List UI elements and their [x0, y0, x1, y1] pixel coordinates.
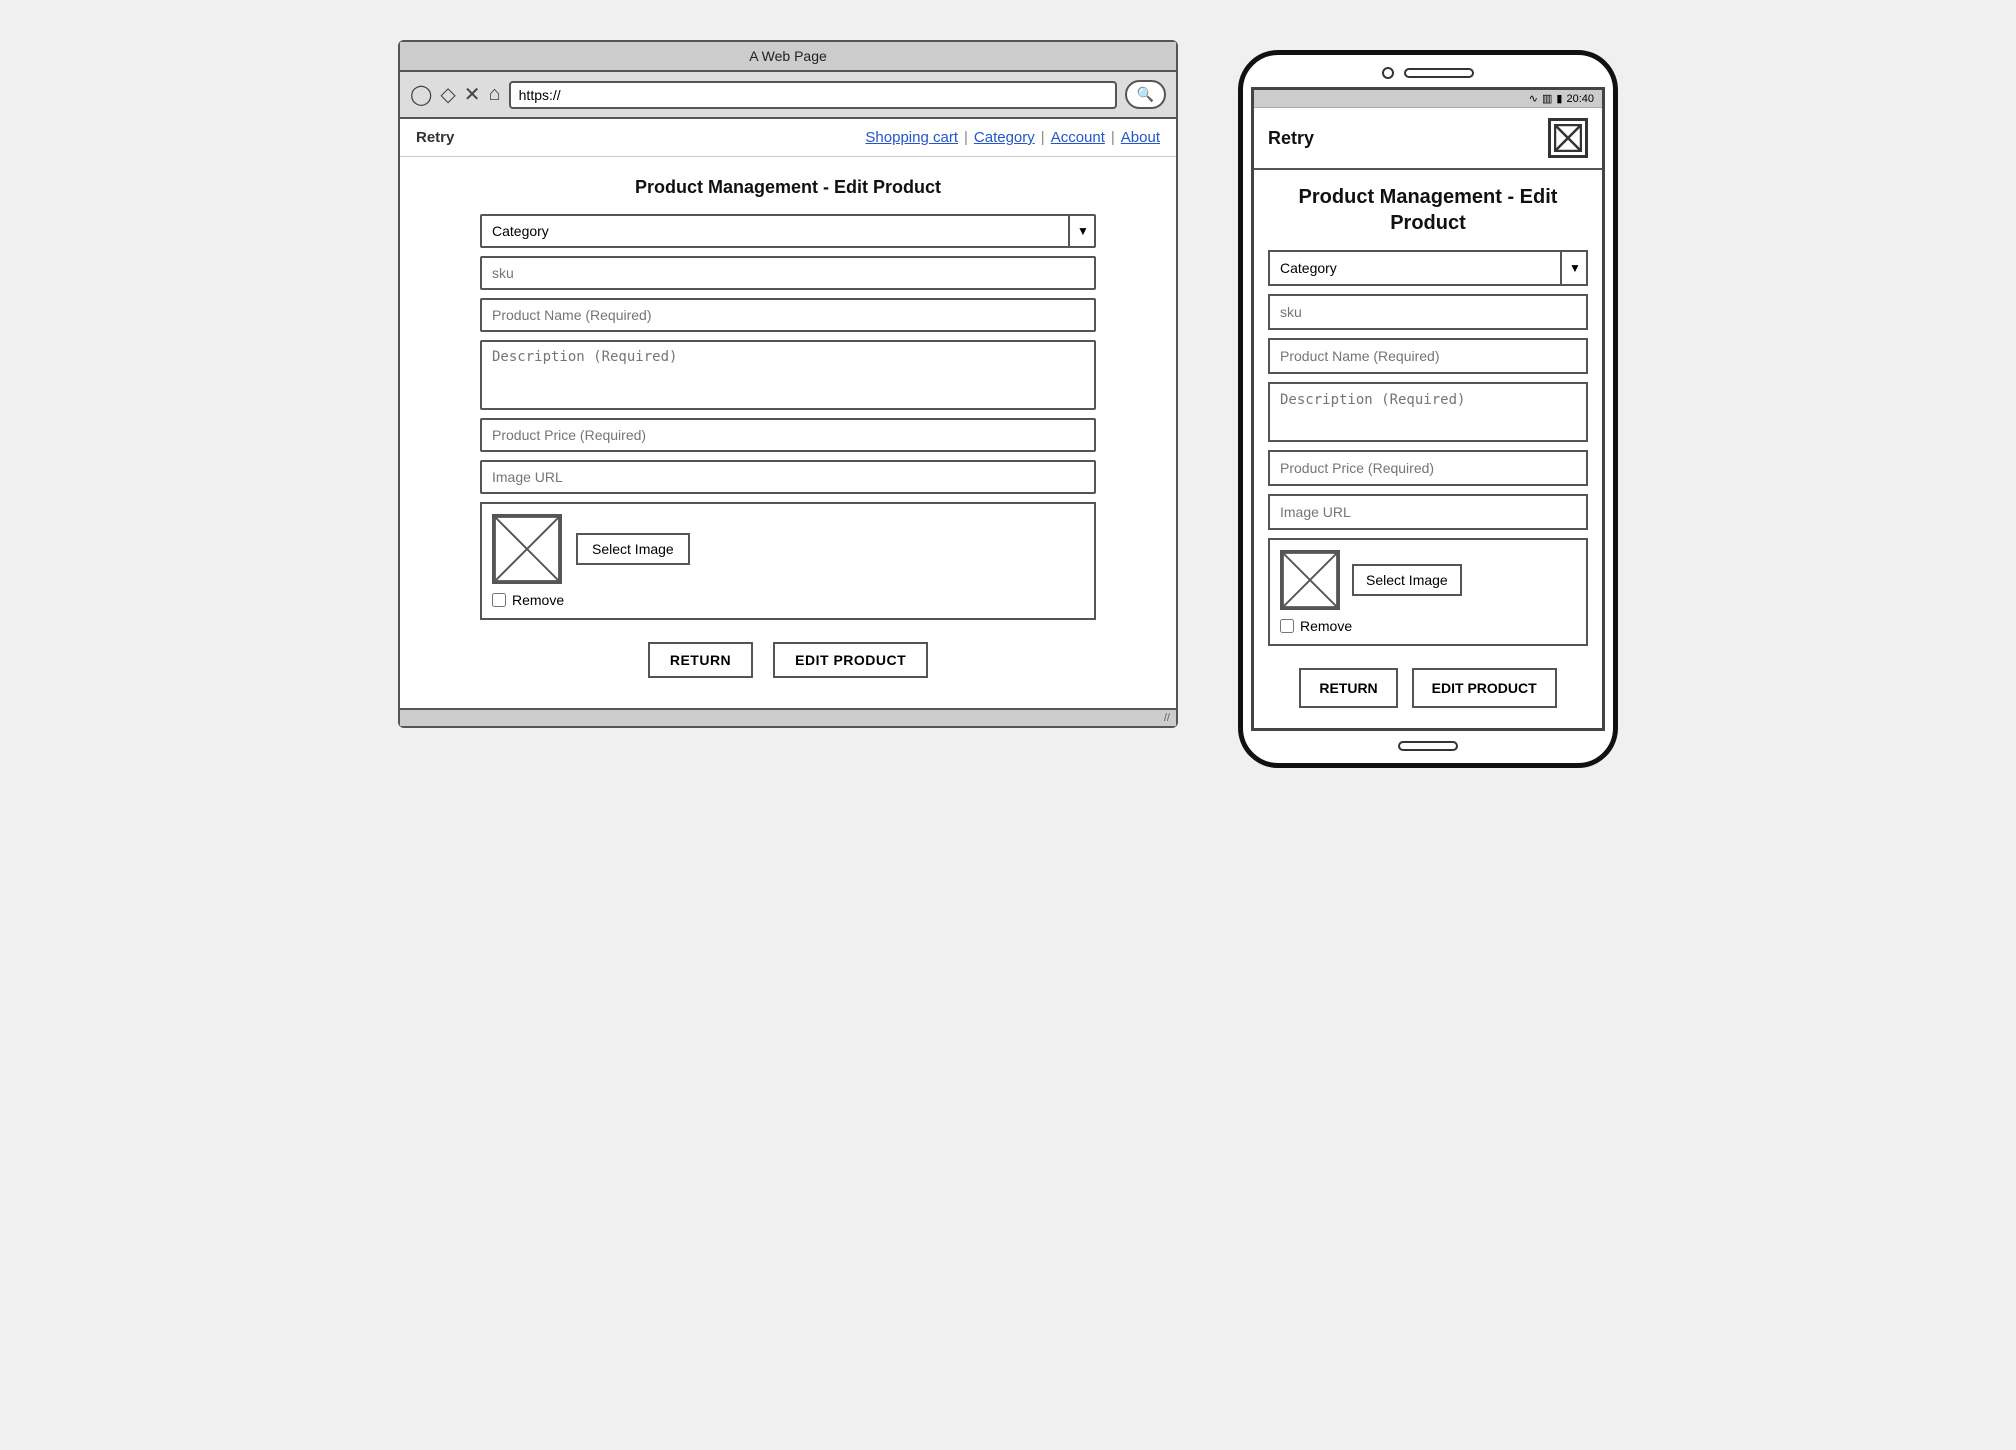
phone-home-button[interactable]: [1398, 741, 1458, 751]
select-image-button[interactable]: Select Image: [576, 533, 690, 565]
phone-remove-label: Remove: [1300, 618, 1352, 634]
phone-image-row: Select Image: [1280, 550, 1576, 610]
phone-camera: [1382, 67, 1394, 79]
phone-bottom-bar: [1251, 741, 1605, 751]
nav-link-account[interactable]: Account: [1051, 129, 1105, 146]
phone-edit-product-button[interactable]: EDIT PRODUCT: [1412, 668, 1557, 708]
nav-sep-2: |: [1041, 129, 1045, 146]
phone-edit-product-form: Category ▼: [1268, 250, 1588, 708]
phone-sku-input[interactable]: [1268, 294, 1588, 330]
nav-link-about[interactable]: About: [1121, 129, 1160, 146]
return-button[interactable]: RETURN: [648, 642, 753, 678]
image-preview: [492, 514, 562, 584]
nav-sep-1: |: [964, 129, 968, 146]
browser-toolbar: ◯ ◇ ✕ ⌂ 🔍: [400, 72, 1176, 119]
phone-status-icons: ∿ ▥ ▮ 20:40: [1529, 92, 1594, 105]
phone-description-input[interactable]: [1268, 382, 1588, 442]
image-row: Select Image: [492, 514, 1084, 584]
battery-icon: ▮: [1556, 92, 1562, 105]
form-buttons: RETURN EDIT PRODUCT: [480, 642, 1096, 678]
phone-category-select-wrapper: Category ▼: [1268, 250, 1588, 286]
time-display: 20:40: [1566, 93, 1594, 105]
page-title: Product Management - Edit Product: [480, 177, 1096, 198]
phone-app-header: Retry: [1254, 108, 1602, 170]
nav-sep-3: |: [1111, 129, 1115, 146]
phone-price-input[interactable]: [1268, 450, 1588, 486]
phone-category-select[interactable]: Category: [1268, 250, 1588, 286]
phone-content: Product Management - Edit Product Catego…: [1254, 170, 1602, 728]
mobile-phone: ∿ ▥ ▮ 20:40 Retry Product Management - E…: [1238, 50, 1618, 768]
nav-links: Shopping cart | Category | Account | Abo…: [865, 129, 1160, 146]
phone-image-x-icon: [1282, 552, 1338, 608]
browser-window: A Web Page ◯ ◇ ✕ ⌂ 🔍 Retry Shopping cart…: [398, 40, 1178, 728]
url-bar[interactable]: [509, 81, 1117, 109]
browser-page: Product Management - Edit Product Catego…: [400, 157, 1176, 708]
sku-input[interactable]: [480, 256, 1096, 290]
phone-product-name-input[interactable]: [1268, 338, 1588, 374]
nav-link-shopping-cart[interactable]: Shopping cart: [865, 129, 958, 146]
phone-image-url-input[interactable]: [1268, 494, 1588, 530]
product-name-input[interactable]: [480, 298, 1096, 332]
product-price-input[interactable]: [480, 418, 1096, 452]
browser-content: Retry Shopping cart | Category | Account…: [400, 119, 1176, 708]
phone-select-image-button[interactable]: Select Image: [1352, 564, 1462, 596]
edit-product-button[interactable]: EDIT PRODUCT: [773, 642, 928, 678]
phone-form-buttons: RETURN EDIT PRODUCT: [1268, 668, 1588, 708]
image-section: Select Image Remove: [480, 502, 1096, 620]
category-select[interactable]: Category: [480, 214, 1096, 248]
statusbar-text: //: [1164, 712, 1170, 724]
home-icon[interactable]: ⌂: [489, 83, 501, 106]
back-icon[interactable]: ◯: [410, 82, 432, 107]
description-input[interactable]: [480, 340, 1096, 410]
phone-return-button[interactable]: RETURN: [1299, 668, 1397, 708]
edit-product-form: Category ▼: [480, 214, 1096, 678]
phone-close-button[interactable]: [1548, 118, 1588, 158]
remove-row: Remove: [492, 592, 1084, 608]
close-x-icon: [1554, 124, 1582, 152]
phone-speaker: [1404, 68, 1474, 78]
phone-remove-row: Remove: [1280, 618, 1576, 634]
browser-title: A Web Page: [749, 48, 827, 64]
search-button[interactable]: 🔍: [1125, 80, 1166, 109]
phone-top-bar: [1251, 67, 1605, 79]
phone-status-bar: ∿ ▥ ▮ 20:40: [1254, 90, 1602, 108]
remove-checkbox[interactable]: [492, 593, 506, 607]
nav-brand: Retry: [416, 129, 865, 146]
phone-image-preview: [1280, 550, 1340, 610]
image-url-input[interactable]: [480, 460, 1096, 494]
phone-remove-checkbox[interactable]: [1280, 619, 1294, 633]
remove-label: Remove: [512, 592, 564, 608]
browser-statusbar: //: [400, 708, 1176, 726]
wifi-icon: ∿: [1529, 92, 1538, 105]
phone-image-section: Select Image Remove: [1268, 538, 1588, 646]
image-x-icon: [494, 516, 560, 582]
forward-icon[interactable]: ◇: [440, 82, 455, 107]
phone-page-title: Product Management - Edit Product: [1268, 184, 1588, 236]
category-select-wrapper: Category ▼: [480, 214, 1096, 248]
phone-app-title: Retry: [1268, 128, 1314, 149]
phone-screen: ∿ ▥ ▮ 20:40 Retry Product Management - E…: [1251, 87, 1605, 731]
signal-icon: ▥: [1542, 92, 1552, 105]
browser-titlebar: A Web Page: [400, 42, 1176, 72]
browser-nav: Retry Shopping cart | Category | Account…: [400, 119, 1176, 157]
nav-link-category[interactable]: Category: [974, 129, 1035, 146]
close-icon[interactable]: ✕: [464, 82, 481, 107]
